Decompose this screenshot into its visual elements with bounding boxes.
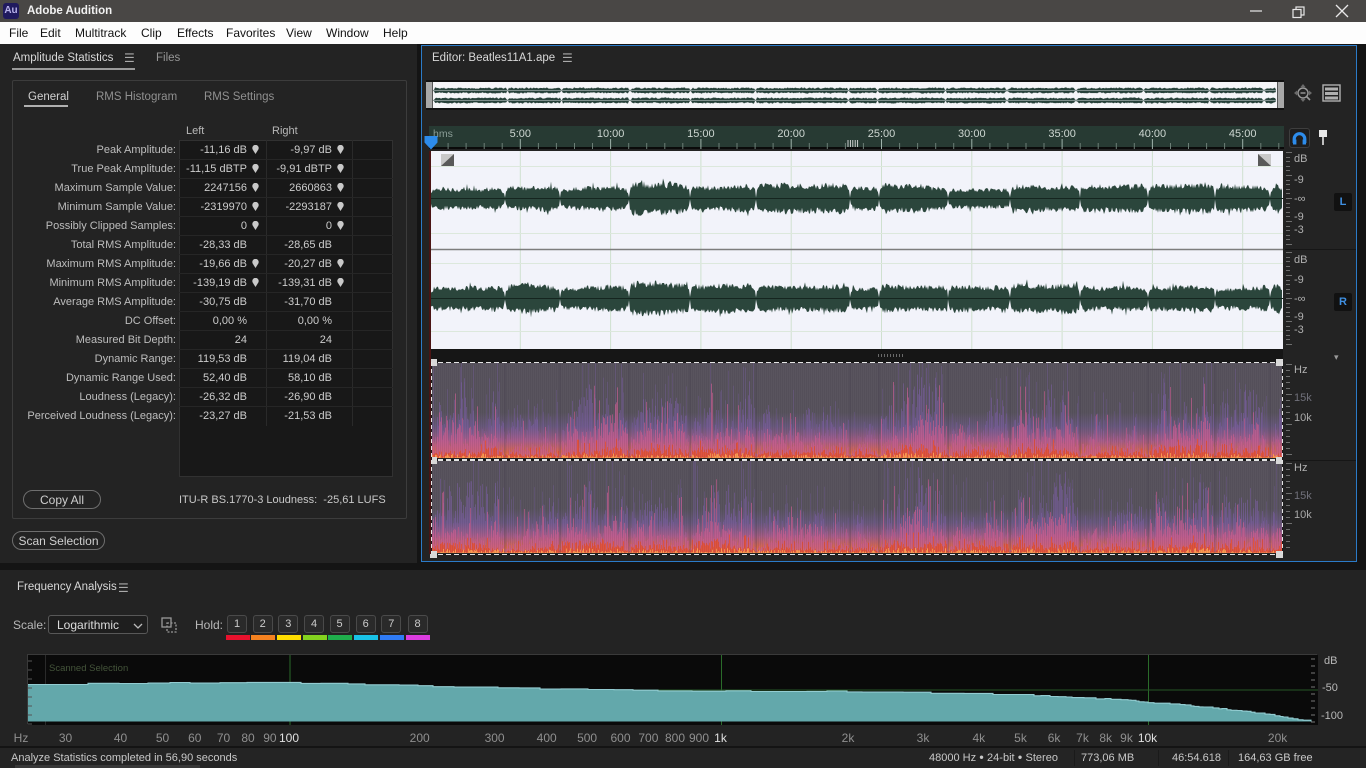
svg-text:40:00: 40:00 (1139, 128, 1167, 140)
svg-text:30:00: 30:00 (958, 128, 986, 140)
svg-text:25:00: 25:00 (868, 128, 896, 140)
svg-text:15:00: 15:00 (687, 128, 715, 140)
svg-text:Scanned Selection: Scanned Selection (49, 663, 128, 674)
svg-text:10:00: 10:00 (597, 128, 625, 140)
svg-text:45:00: 45:00 (1229, 128, 1257, 140)
svg-text:5:00: 5:00 (510, 128, 531, 140)
svg-text:35:00: 35:00 (1048, 128, 1076, 140)
svg-text:20:00: 20:00 (777, 128, 805, 140)
